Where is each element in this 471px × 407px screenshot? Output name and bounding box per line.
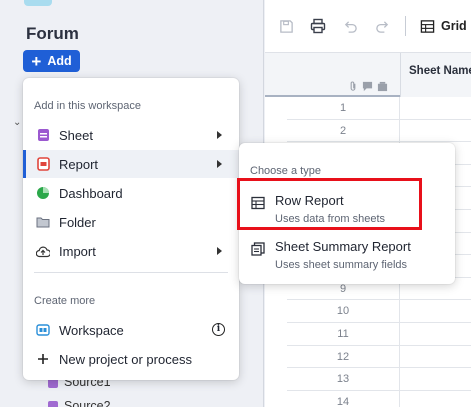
menu-item-new-project[interactable]: New project or process	[23, 345, 239, 373]
menu-item-label: Dashboard	[59, 185, 123, 201]
sheet-summary-report-icon	[251, 242, 265, 256]
tree-item-source2[interactable]: Source2	[48, 399, 111, 407]
option-sheet-summary-report[interactable]: Sheet Summary Report Uses sheet summary …	[239, 239, 455, 275]
add-button[interactable]: + Add	[23, 50, 80, 72]
table-row[interactable]: 13	[287, 368, 471, 391]
row-action-icons	[348, 81, 388, 95]
redo-icon[interactable]	[373, 17, 391, 35]
row-number: 2	[287, 119, 400, 142]
submenu-arrow-icon	[217, 160, 222, 168]
option-description: Uses sheet summary fields	[275, 259, 408, 271]
row-number: 12	[287, 345, 400, 368]
table-row[interactable]: 11	[287, 322, 471, 346]
proof-icon	[377, 81, 388, 95]
comment-icon	[362, 81, 373, 95]
menu-item-label: Workspace	[59, 322, 124, 338]
submenu-arrow-icon	[217, 131, 222, 139]
menu-item-label: Folder	[59, 214, 96, 230]
table-row[interactable]: 14	[287, 390, 471, 407]
row-number: 1	[287, 97, 400, 119]
table-cell[interactable]	[400, 323, 471, 345]
option-description: Uses data from sheets	[275, 213, 386, 225]
print-icon[interactable]	[309, 17, 327, 35]
grid-view-label: Grid	[441, 19, 467, 33]
menu-item-label: Import	[59, 243, 96, 259]
toolbar: Grid	[265, 0, 471, 53]
add-button-label: Add	[47, 54, 72, 68]
table-cell[interactable]	[400, 300, 471, 322]
section-label-create: Create more	[34, 295, 96, 307]
workspace-logo	[24, 0, 52, 6]
grid-icon	[420, 19, 435, 33]
chevron-down-icon[interactable]: ⌄	[13, 117, 21, 128]
row-number: 11	[287, 322, 400, 345]
sheet-icon	[36, 128, 50, 142]
row-number: 14	[287, 390, 400, 407]
add-menu: Add in this workspace Sheet Report Dashb…	[23, 78, 239, 380]
workspace-icon	[36, 323, 50, 337]
menu-item-import[interactable]: Import	[23, 237, 239, 265]
grid-view-button[interactable]: Grid	[420, 19, 467, 34]
submenu-heading: Choose a type	[250, 165, 321, 177]
menu-item-workspace[interactable]: Workspace i	[23, 316, 239, 344]
menu-item-report[interactable]: Report	[23, 150, 239, 178]
column-header-sheet-name[interactable]: Sheet Name	[400, 53, 471, 97]
table-row[interactable]: 12	[287, 345, 471, 369]
table-cell[interactable]	[400, 368, 471, 390]
table-row[interactable]: 2	[287, 119, 471, 143]
option-title: Sheet Summary Report	[275, 239, 411, 254]
folder-icon	[36, 215, 50, 229]
menu-item-label: New project or process	[59, 351, 192, 367]
undo-icon[interactable]	[341, 17, 359, 35]
table-cell[interactable]	[400, 97, 471, 119]
option-title: Row Report	[275, 193, 344, 208]
info-icon[interactable]: i	[212, 323, 225, 336]
attachment-icon	[348, 81, 358, 95]
section-label-workspace: Add in this workspace	[34, 100, 141, 112]
menu-item-dashboard[interactable]: Dashboard	[23, 179, 239, 207]
import-icon	[36, 244, 50, 258]
table-row[interactable]: 10	[287, 300, 471, 323]
table-row[interactable]: 1	[287, 97, 471, 120]
tree-item-label: Source2	[64, 399, 111, 407]
menu-item-label: Sheet	[59, 127, 93, 143]
save-icon[interactable]	[277, 17, 295, 35]
row-number: 10	[287, 300, 400, 322]
table-cell[interactable]	[400, 120, 471, 142]
workspace-title: Forum	[26, 24, 79, 43]
report-icon	[36, 157, 50, 171]
submenu-arrow-icon	[217, 247, 222, 255]
table-cell[interactable]	[400, 391, 471, 407]
row-number: 13	[287, 368, 400, 390]
report-type-submenu: Choose a type Row Report Uses data from …	[239, 143, 455, 284]
table-cell[interactable]	[400, 346, 471, 368]
plus-icon: +	[31, 51, 42, 71]
sheet-icon	[48, 400, 58, 407]
menu-item-label: Report	[59, 156, 99, 172]
dashboard-icon	[36, 186, 50, 200]
toolbar-divider	[405, 16, 406, 36]
menu-divider	[34, 272, 228, 273]
menu-item-sheet[interactable]: Sheet	[23, 121, 239, 149]
row-report-icon	[251, 196, 265, 210]
menu-item-folder[interactable]: Folder	[23, 208, 239, 236]
column-header-row: Sheet Name	[265, 53, 471, 97]
plus-icon	[36, 352, 50, 366]
option-row-report[interactable]: Row Report Uses data from sheets	[239, 193, 455, 229]
